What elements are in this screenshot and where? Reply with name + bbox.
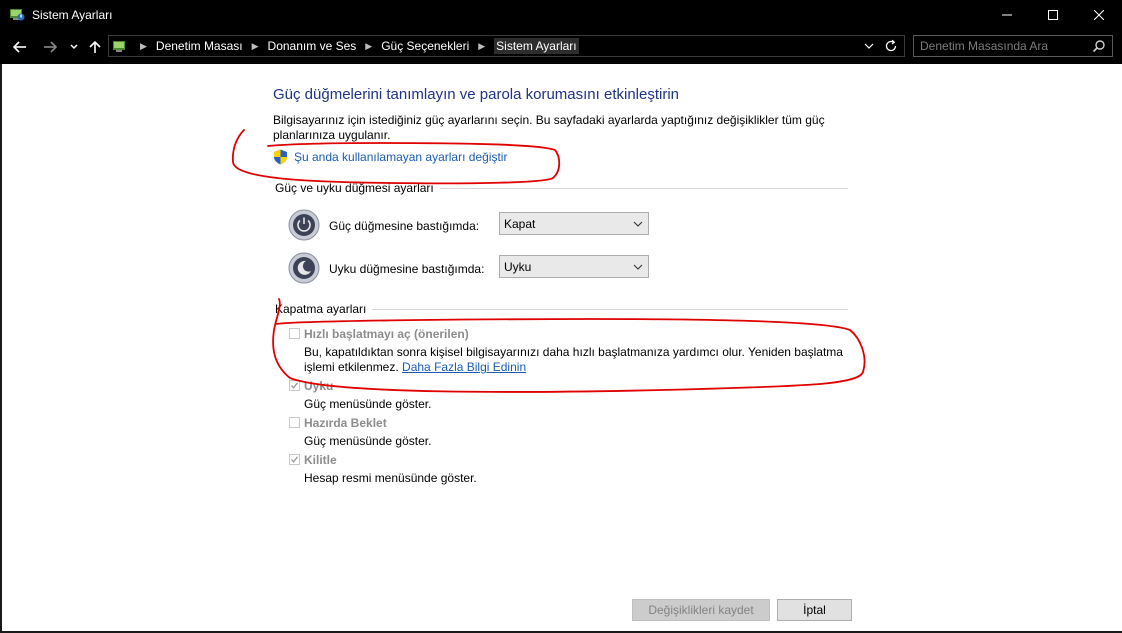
sleep-button-action-value: Uyku — [504, 260, 532, 274]
recent-locations-button[interactable] — [65, 38, 83, 56]
shutdown-section-header: Kapatma ayarları — [275, 302, 848, 316]
sleep-option-description: Güç menüsünde göster. — [304, 397, 432, 411]
hibernate-option-description: Güç menüsünde göster. — [304, 434, 432, 448]
sleep-button-label: Uyku düğmesine bastığımda: — [329, 262, 485, 276]
lock-checkbox[interactable] — [289, 454, 300, 465]
sleep-button-setting: Uyku düğmesine bastığımda: Uyku — [288, 252, 658, 286]
address-history-chevron-icon[interactable] — [863, 40, 875, 52]
back-button[interactable] — [11, 38, 29, 56]
title-bar: Sistem Ayarları — [0, 0, 1122, 30]
main-content: Güç düğmelerini tanımlayın ve parola kor… — [0, 64, 1122, 631]
search-icon[interactable] — [1092, 39, 1106, 53]
lock-option-description: Hesap resmi menüsünde göster. — [304, 471, 477, 485]
section-title: Kapatma ayarları — [275, 302, 367, 316]
section-divider — [372, 308, 848, 310]
lock-option-label: Kilitle — [304, 453, 337, 467]
uac-shield-icon — [274, 149, 287, 165]
sleep-checkbox[interactable] — [289, 380, 300, 391]
cancel-button[interactable]: İptal — [777, 599, 852, 621]
breadcrumb-separator-icon[interactable]: ▶ — [478, 41, 485, 52]
hibernate-option-label: Hazırda Beklet — [304, 416, 387, 430]
search-box — [913, 35, 1113, 57]
search-input[interactable] — [914, 36, 1090, 56]
close-icon — [1094, 10, 1104, 20]
maximize-button[interactable] — [1030, 0, 1076, 30]
arrow-up-icon — [89, 40, 101, 53]
control-panel-icon — [113, 41, 125, 52]
arrow-right-icon — [44, 41, 57, 53]
section-divider — [439, 187, 848, 189]
chevron-down-icon — [70, 44, 78, 50]
breadcrumb-separator-icon[interactable]: ▶ — [365, 41, 372, 52]
fast-startup-label: Hızlı başlatmayı aç (önerilen) — [304, 327, 469, 341]
fast-startup-desc-line2: işlemi etkilenmez. — [304, 360, 399, 374]
breadcrumb-item-hardware-sound[interactable]: Donanım ve Ses — [268, 39, 357, 53]
refresh-icon[interactable] — [884, 39, 898, 53]
sleep-button-icon — [288, 252, 320, 284]
save-changes-button[interactable]: Değişiklikleri kaydet — [632, 599, 770, 621]
breadcrumb-separator-icon: ▶ — [140, 40, 147, 51]
sleep-button-action-select[interactable]: Uyku — [499, 255, 649, 278]
breadcrumb-item-power-options[interactable]: Güç Seçenekleri — [381, 39, 469, 53]
close-button[interactable] — [1076, 0, 1122, 30]
power-button-label: Güç düğmesine bastığımda: — [329, 219, 480, 233]
power-button-icon — [288, 209, 320, 241]
change-unavailable-settings-link[interactable]: Şu anda kullanılamayan ayarları değiştir — [273, 149, 507, 165]
power-button-setting: Güç düğmesine bastığımda: Kapat — [288, 209, 658, 243]
fast-startup-desc-line1: Bu, kapatıldıktan sonra kişisel bilgisay… — [304, 345, 843, 359]
maximize-icon — [1048, 10, 1058, 20]
fast-startup-checkbox[interactable] — [289, 328, 300, 339]
power-options-app-icon — [10, 9, 25, 21]
minimize-button[interactable] — [984, 0, 1030, 30]
chevron-down-icon — [633, 221, 643, 227]
arrow-left-icon — [13, 41, 26, 53]
minimize-icon — [1002, 14, 1012, 16]
fast-startup-description: Bu, kapatıldıktan sonra kişisel bilgisay… — [304, 345, 843, 375]
breadcrumb-item-system-settings[interactable]: Sistem Ayarları — [494, 38, 579, 54]
section-title: Güç ve uyku düğmesi ayarları — [275, 181, 434, 195]
checkmark-icon — [291, 382, 299, 389]
system-settings-window: Sistem Ayarları ▶ Denetim Masası ▶ Donan… — [0, 0, 1122, 633]
hibernate-checkbox[interactable] — [289, 417, 300, 428]
learn-more-link[interactable]: Daha Fazla Bilgi Edinin — [402, 360, 526, 374]
forward-button[interactable] — [41, 38, 59, 56]
page-title: Güç düğmelerini tanımlayın ve parola kor… — [273, 86, 680, 103]
sleep-option-label: Uyku — [304, 379, 334, 393]
window-title: Sistem Ayarları — [32, 8, 113, 22]
breadcrumb: ▶ Denetim Masası ▶ Donanım ve Ses ▶ Güç … — [131, 36, 579, 56]
address-bar[interactable]: ▶ Denetim Masası ▶ Donanım ve Ses ▶ Güç … — [108, 35, 905, 57]
power-sleep-section-header: Güç ve uyku düğmesi ayarları — [275, 181, 848, 195]
page-description: Bilgisayarınız için istediğiniz güç ayar… — [273, 113, 825, 142]
breadcrumb-item-control-panel[interactable]: Denetim Masası — [156, 39, 243, 53]
uac-link-text[interactable]: Şu anda kullanılamayan ayarları değiştir — [294, 150, 507, 164]
chevron-down-icon — [633, 264, 643, 270]
power-button-action-select[interactable]: Kapat — [499, 212, 649, 235]
up-button[interactable] — [86, 38, 104, 56]
checkmark-icon — [291, 456, 299, 463]
power-button-action-value: Kapat — [504, 217, 536, 231]
breadcrumb-separator-icon[interactable]: ▶ — [252, 41, 259, 52]
